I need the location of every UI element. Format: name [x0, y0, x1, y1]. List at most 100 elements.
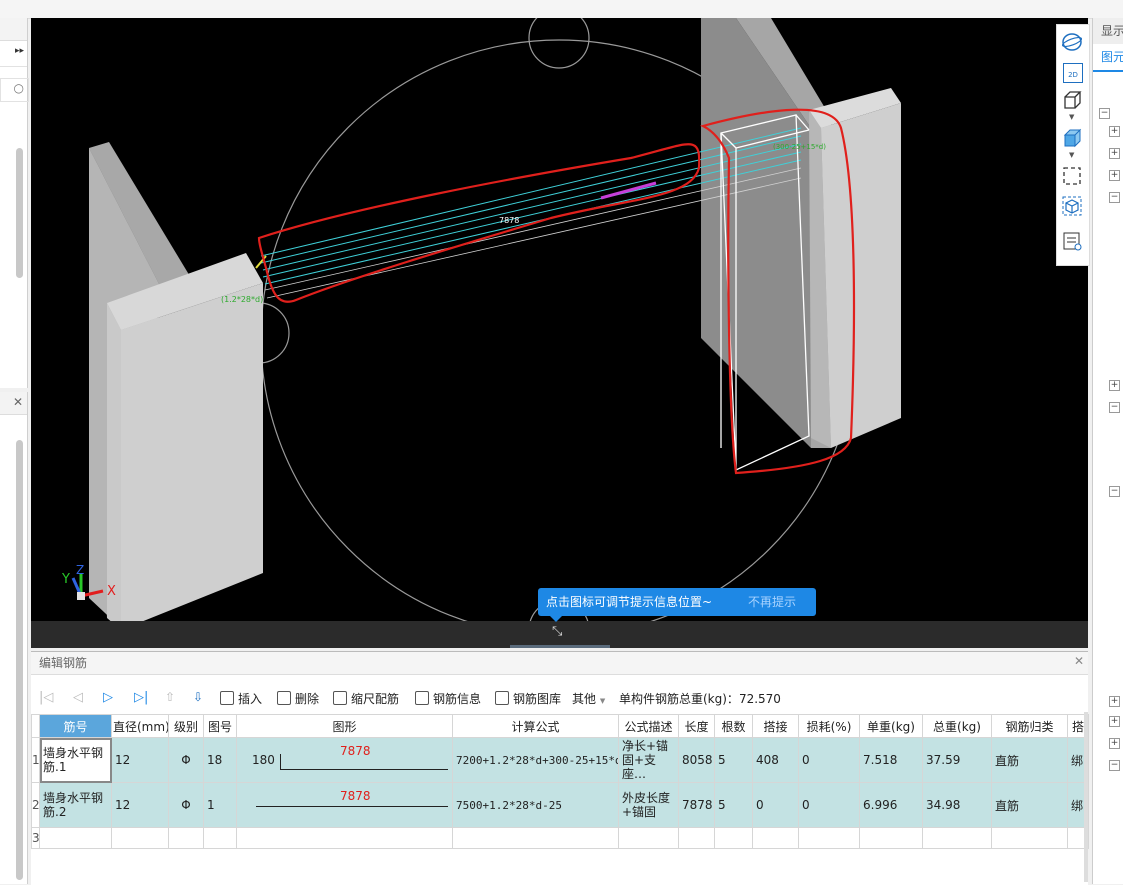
column-header[interactable]: 根数	[714, 714, 753, 738]
expand-icon[interactable]: +	[1109, 738, 1120, 749]
collapse-icon[interactable]: −	[1109, 760, 1120, 771]
loss-cell[interactable]: 0	[798, 782, 860, 828]
move-down-icon[interactable]: ⇩	[193, 690, 203, 704]
category-cell[interactable]: 直筋	[991, 782, 1068, 828]
chevron-down-icon[interactable]: ▼	[1069, 113, 1074, 121]
table-row[interactable]: 2 墙身水平钢筋.2 12 Φ 1 7878 7500+1.2*28*d-25 …	[31, 782, 1089, 828]
property-list-icon[interactable]	[1061, 230, 1083, 252]
length-cell[interactable]: 8058	[678, 737, 715, 783]
prev-record-icon[interactable]: ◁	[73, 690, 83, 705]
scrollbar[interactable]	[16, 148, 23, 278]
empty-cell[interactable]	[798, 827, 860, 849]
shape-cell[interactable]: 180 7878	[236, 737, 453, 783]
first-record-icon[interactable]: |◁	[39, 690, 53, 705]
rebar-info-button[interactable]: 钢筋信息	[415, 690, 481, 707]
move-up-icon[interactable]: ⇧	[165, 690, 175, 704]
splitter-handle[interactable]	[510, 645, 610, 648]
column-header[interactable]: 图号	[203, 714, 237, 738]
expand-icon[interactable]: +	[1109, 716, 1120, 727]
rebar-name-cell[interactable]: 墙身水平钢筋.1	[39, 737, 112, 783]
expand-icon[interactable]: +	[1109, 170, 1120, 181]
empty-cell[interactable]	[922, 827, 992, 849]
rebar-name-cell[interactable]: 墙身水平钢筋.2	[39, 782, 112, 828]
figure-no-cell[interactable]: 1	[203, 782, 237, 828]
count-cell[interactable]: 5	[714, 737, 753, 783]
insert-button[interactable]: 插入	[220, 690, 262, 707]
cube-icon[interactable]	[1061, 195, 1083, 217]
empty-cell[interactable]	[859, 827, 923, 849]
collapse-icon[interactable]: −	[1099, 108, 1110, 119]
collapse-icon[interactable]: ⤡	[552, 624, 562, 639]
empty-cell[interactable]	[39, 827, 112, 849]
scale-config-button[interactable]: 缩尺配筋	[333, 690, 399, 707]
column-header[interactable]: 级别	[168, 714, 204, 738]
empty-cell[interactable]	[236, 827, 453, 849]
chevron-down-icon[interactable]: ▼	[1069, 151, 1074, 159]
tab-elements[interactable]: 图元	[1093, 44, 1123, 72]
description-cell[interactable]: 净长+锚固+支座…	[618, 737, 679, 783]
expand-icon[interactable]: +	[1109, 126, 1120, 137]
diameter-cell[interactable]: 12	[111, 737, 169, 783]
collapse-icon[interactable]: −	[1109, 402, 1120, 413]
table-row-empty[interactable]: 3	[31, 827, 1089, 849]
column-header[interactable]: 总重(kg)	[922, 714, 992, 738]
grade-cell[interactable]: Φ	[168, 737, 204, 783]
empty-cell[interactable]	[618, 827, 679, 849]
column-header[interactable]: 损耗(%)	[798, 714, 860, 738]
formula-cell[interactable]: 7200+1.2*28*d+300-25+15*d	[452, 737, 619, 783]
diameter-cell[interactable]: 12	[111, 782, 169, 828]
collapse-icon[interactable]: −	[1109, 486, 1120, 497]
lap-cell[interactable]: 408	[752, 737, 799, 783]
empty-cell[interactable]	[168, 827, 204, 849]
column-header[interactable]: 公式描述	[618, 714, 679, 738]
other-dropdown[interactable]: 其他 ▼	[572, 690, 605, 707]
collapse-icon[interactable]: −	[1109, 192, 1120, 203]
close-icon[interactable]: ✕	[13, 395, 23, 409]
column-header[interactable]: 搭接	[752, 714, 799, 738]
3d-viewport[interactable]: 7878 (1.2*28*d) (300-25+15*d) X Y Z ⤡	[31, 18, 1088, 648]
unit-weight-cell[interactable]: 7.518	[859, 737, 923, 783]
expand-icon[interactable]: +	[1109, 696, 1120, 707]
total-weight-cell[interactable]: 34.98	[922, 782, 992, 828]
orbit-icon[interactable]	[1061, 31, 1083, 53]
lap-cell[interactable]: 0	[752, 782, 799, 828]
empty-cell[interactable]	[752, 827, 799, 849]
unit-weight-cell[interactable]: 6.996	[859, 782, 923, 828]
empty-cell[interactable]	[991, 827, 1068, 849]
expand-icon[interactable]: +	[1109, 380, 1120, 391]
empty-cell[interactable]	[678, 827, 715, 849]
next-record-icon[interactable]: ▷	[103, 690, 113, 705]
scrollbar[interactable]	[16, 440, 23, 880]
3d-box-icon[interactable]	[1061, 89, 1083, 111]
column-header[interactable]: 长度	[678, 714, 715, 738]
search-row[interactable]: ○	[0, 78, 29, 102]
figure-no-cell[interactable]: 18	[203, 737, 237, 783]
last-record-icon[interactable]: ▷|	[134, 690, 148, 705]
select-frame-icon[interactable]	[1061, 165, 1083, 187]
description-cell[interactable]: 外皮长度+锚固	[618, 782, 679, 828]
column-header[interactable]: 图形	[236, 714, 453, 738]
2d-view-icon[interactable]: 2D	[1063, 63, 1083, 83]
empty-cell[interactable]	[203, 827, 237, 849]
length-cell[interactable]: 7878	[678, 782, 715, 828]
expand-icon[interactable]: +	[1109, 148, 1120, 159]
column-header[interactable]: 计算公式	[452, 714, 619, 738]
formula-cell[interactable]: 7500+1.2*28*d-25	[452, 782, 619, 828]
vertical-scrollbar[interactable]	[1084, 712, 1088, 882]
empty-cell[interactable]	[714, 827, 753, 849]
shape-cell[interactable]: 7878	[236, 782, 453, 828]
hint-tooltip[interactable]: 点击图标可调节提示信息位置~ 不再提示	[538, 588, 816, 622]
column-header[interactable]: 单重(kg)	[859, 714, 923, 738]
table-row[interactable]: 1 墙身水平钢筋.1 12 Φ 18 180 7878 7200+1.2*28*…	[31, 737, 1089, 783]
search-icon[interactable]: ○	[14, 81, 24, 95]
category-cell[interactable]: 直筋	[991, 737, 1068, 783]
column-header[interactable]: 筋号	[39, 714, 112, 738]
expand-row[interactable]: ▸▸	[0, 42, 27, 67]
loss-cell[interactable]: 0	[798, 737, 860, 783]
double-arrow-icon[interactable]: ▸▸	[15, 46, 24, 56]
rebar-library-button[interactable]: 钢筋图库	[495, 690, 561, 707]
column-header[interactable]: 钢筋归类	[991, 714, 1068, 738]
close-icon[interactable]: ✕	[1074, 654, 1084, 668]
solid-box-icon[interactable]	[1061, 127, 1083, 149]
grade-cell[interactable]: Φ	[168, 782, 204, 828]
